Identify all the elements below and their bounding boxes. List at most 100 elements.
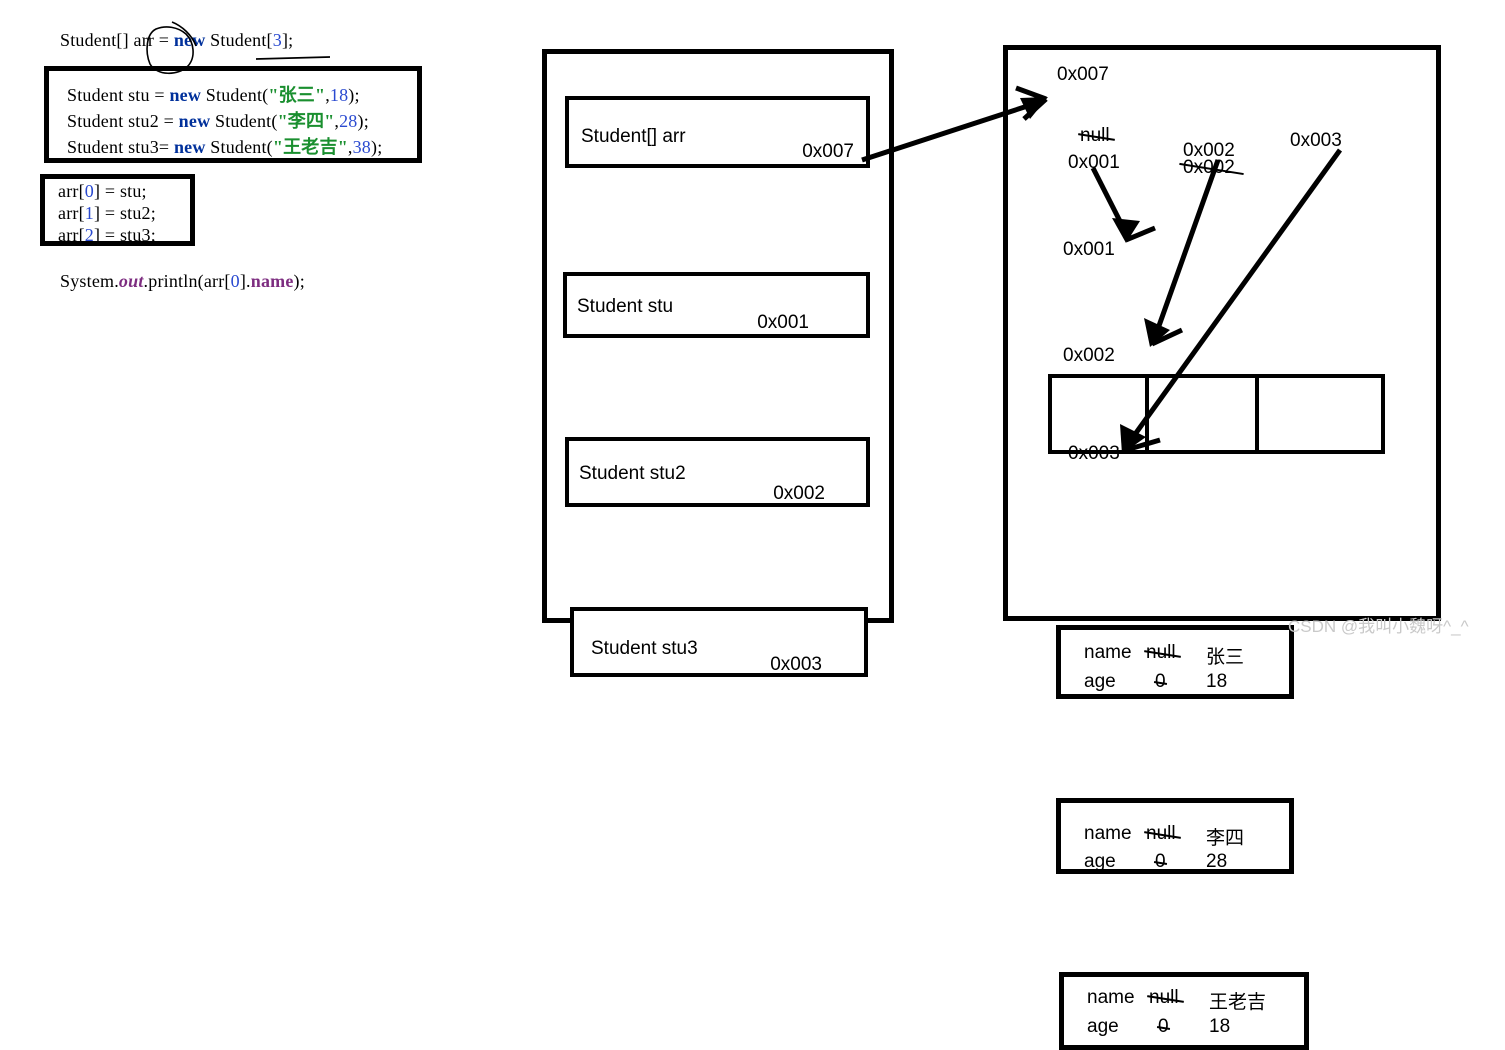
- heap-object-1-address-label: 0x002: [1063, 345, 1115, 366]
- heap-object-2[interactable]: name null 王老吉 age 0 18: [1059, 972, 1309, 1050]
- declare-end: ];: [281, 30, 294, 50]
- stu-end: );: [348, 85, 360, 105]
- code-line-stu2: Student stu2 = new Student("李四",28);: [67, 107, 369, 133]
- stack-slot-arr-address: 0x007: [802, 141, 854, 162]
- stu3-keyword-new: new: [173, 137, 206, 157]
- declare-variable: arr: [133, 30, 155, 50]
- stu2-ctor: Student(: [210, 111, 278, 131]
- array-cell-2-value: 0x003: [1290, 130, 1342, 151]
- code-line-stu: Student stu = new Student("张三",18);: [67, 81, 360, 107]
- stu3-prefix: Student stu3=: [67, 137, 174, 157]
- stack-slot-stu-label: Student stu: [577, 296, 674, 317]
- stack-slot-stu2-label: Student stu2: [579, 463, 686, 484]
- code-line-println: System.out.println(arr[0].name);: [60, 271, 305, 292]
- stack-slot-arr-label: Student[] arr: [581, 126, 686, 147]
- stu-quote-open: ": [268, 85, 279, 105]
- println-dot: ].: [239, 271, 251, 291]
- array-cell-0-value: 0x001: [1068, 152, 1120, 173]
- println-system: System.: [60, 271, 119, 291]
- heap-frame: [1003, 45, 1441, 621]
- object-0-field2-old-text: 0: [1155, 671, 1166, 692]
- heap-array-box: [1048, 374, 1385, 454]
- println-out: out: [118, 271, 144, 291]
- keyword-new: new: [173, 30, 206, 50]
- arr1-value: stu2;: [119, 203, 156, 223]
- array-cell-0-old-value: null: [1080, 125, 1110, 147]
- code-line-arr0: arr[0] = stu;: [58, 181, 147, 202]
- object-2-field2-old-text: 0: [1158, 1016, 1169, 1037]
- println-field-name: name: [250, 271, 294, 291]
- stack-slot-stu3[interactable]: Student stu3 0x003: [570, 607, 868, 677]
- arr0-index: 0: [84, 181, 94, 201]
- object-1-field1-value: 李四: [1206, 828, 1245, 849]
- stack-slot-stu3-address: 0x003: [770, 654, 822, 675]
- arr2-prefix: arr[: [58, 225, 85, 245]
- println-end: );: [293, 271, 305, 291]
- object-1-field2-old-text: 0: [1155, 851, 1166, 872]
- stu3-age-literal: 38: [352, 137, 371, 157]
- object-0-field1-name: name: [1084, 642, 1132, 663]
- heap-array-address-label: 0x007: [1057, 64, 1109, 85]
- stack-slot-stu3-label: Student stu3: [591, 638, 698, 659]
- println-index: 0: [230, 271, 240, 291]
- object-2-field1-name: name: [1087, 987, 1135, 1008]
- println-call: .println(arr[: [143, 271, 231, 291]
- object-1-field2-value: 28: [1206, 851, 1228, 872]
- object-2-field2-name: age: [1087, 1016, 1119, 1037]
- stu2-name-literal: 李四: [287, 111, 325, 131]
- arr0-prefix: arr[: [58, 181, 85, 201]
- stu-age-literal: 18: [329, 85, 349, 105]
- code-box-array-assignment: arr[0] = stu; arr[1] = stu2; arr[2] = st…: [40, 174, 195, 246]
- object-2-field1-old-text: null: [1149, 987, 1179, 1008]
- stack-slot-stu-address: 0x001: [757, 312, 809, 333]
- arr2-mid: ] =: [93, 225, 120, 245]
- object-1-field2-name: age: [1084, 851, 1116, 872]
- object-2-field2-value: 18: [1209, 1016, 1231, 1037]
- arr1-index: 1: [84, 203, 94, 223]
- array-cell-divider-1: [1145, 378, 1149, 450]
- stack-slot-stu2[interactable]: Student stu2 0x002: [565, 437, 870, 507]
- csdn-watermark: CSDN @我叫小魏呀^_^: [1288, 617, 1469, 636]
- stu-prefix: Student stu =: [67, 85, 170, 105]
- code-line-arr1: arr[1] = stu2;: [58, 203, 156, 224]
- arr0-mid: ] =: [93, 181, 120, 201]
- stu2-prefix: Student stu2 =: [67, 111, 179, 131]
- arr1-mid: ] =: [93, 203, 120, 223]
- stu2-end: );: [357, 111, 369, 131]
- array-cell-divider-2: [1255, 378, 1259, 450]
- object-0-field1-value: 张三: [1206, 647, 1245, 668]
- stu3-quote-open: ": [272, 137, 284, 157]
- object-2-field1-value: 王老吉: [1209, 992, 1267, 1013]
- stu-ctor: Student(: [201, 85, 269, 105]
- arr2-value: stu3;: [119, 225, 156, 245]
- object-1-field1-name: name: [1084, 823, 1132, 844]
- object-0-field2-name: age: [1084, 671, 1116, 692]
- declare-prefix: Student[]: [60, 30, 134, 50]
- declare-size: 3: [272, 30, 282, 50]
- stu3-quote-close: ": [337, 137, 348, 157]
- stu-keyword-new: new: [169, 85, 202, 105]
- heap-object-2-address-label: 0x003: [1068, 443, 1120, 464]
- array-cell-0-old-text: null: [1080, 125, 1110, 146]
- arr1-prefix: arr[: [58, 203, 85, 223]
- object-1-field1-old-text: null: [1146, 823, 1176, 844]
- stu3-end: );: [371, 137, 383, 157]
- declare-equals: =: [154, 30, 174, 50]
- stu-name-literal: 张三: [278, 85, 315, 105]
- stack-slot-arr[interactable]: Student[] arr 0x007: [565, 96, 870, 168]
- code-line-stu3: Student stu3= new Student("王老吉",38);: [67, 133, 382, 159]
- array-cell-1-old-value: 0x002: [1183, 157, 1235, 179]
- stack-slot-stu[interactable]: Student stu 0x001: [563, 272, 870, 338]
- stu3-name-literal: 王老吉: [283, 137, 338, 157]
- object-0-field1-old-text: null: [1146, 642, 1176, 663]
- heap-object-0[interactable]: name null 张三 age 0 18: [1056, 625, 1294, 699]
- stu2-quote-open: ": [277, 111, 288, 131]
- code-line-declaration: Student[] arr = new Student[3];: [60, 30, 293, 51]
- heap-object-0-address-label: 0x001: [1063, 239, 1115, 260]
- stack-slot-stu2-address: 0x002: [773, 483, 825, 504]
- arr2-index: 2: [84, 225, 94, 245]
- heap-object-1[interactable]: name null 李四 age 0 28: [1056, 798, 1294, 874]
- code-box-object-creation: Student stu = new Student("张三",18); Stud…: [44, 66, 422, 163]
- student-array-underline: [255, 56, 331, 60]
- stu-quote-close: ": [314, 85, 326, 105]
